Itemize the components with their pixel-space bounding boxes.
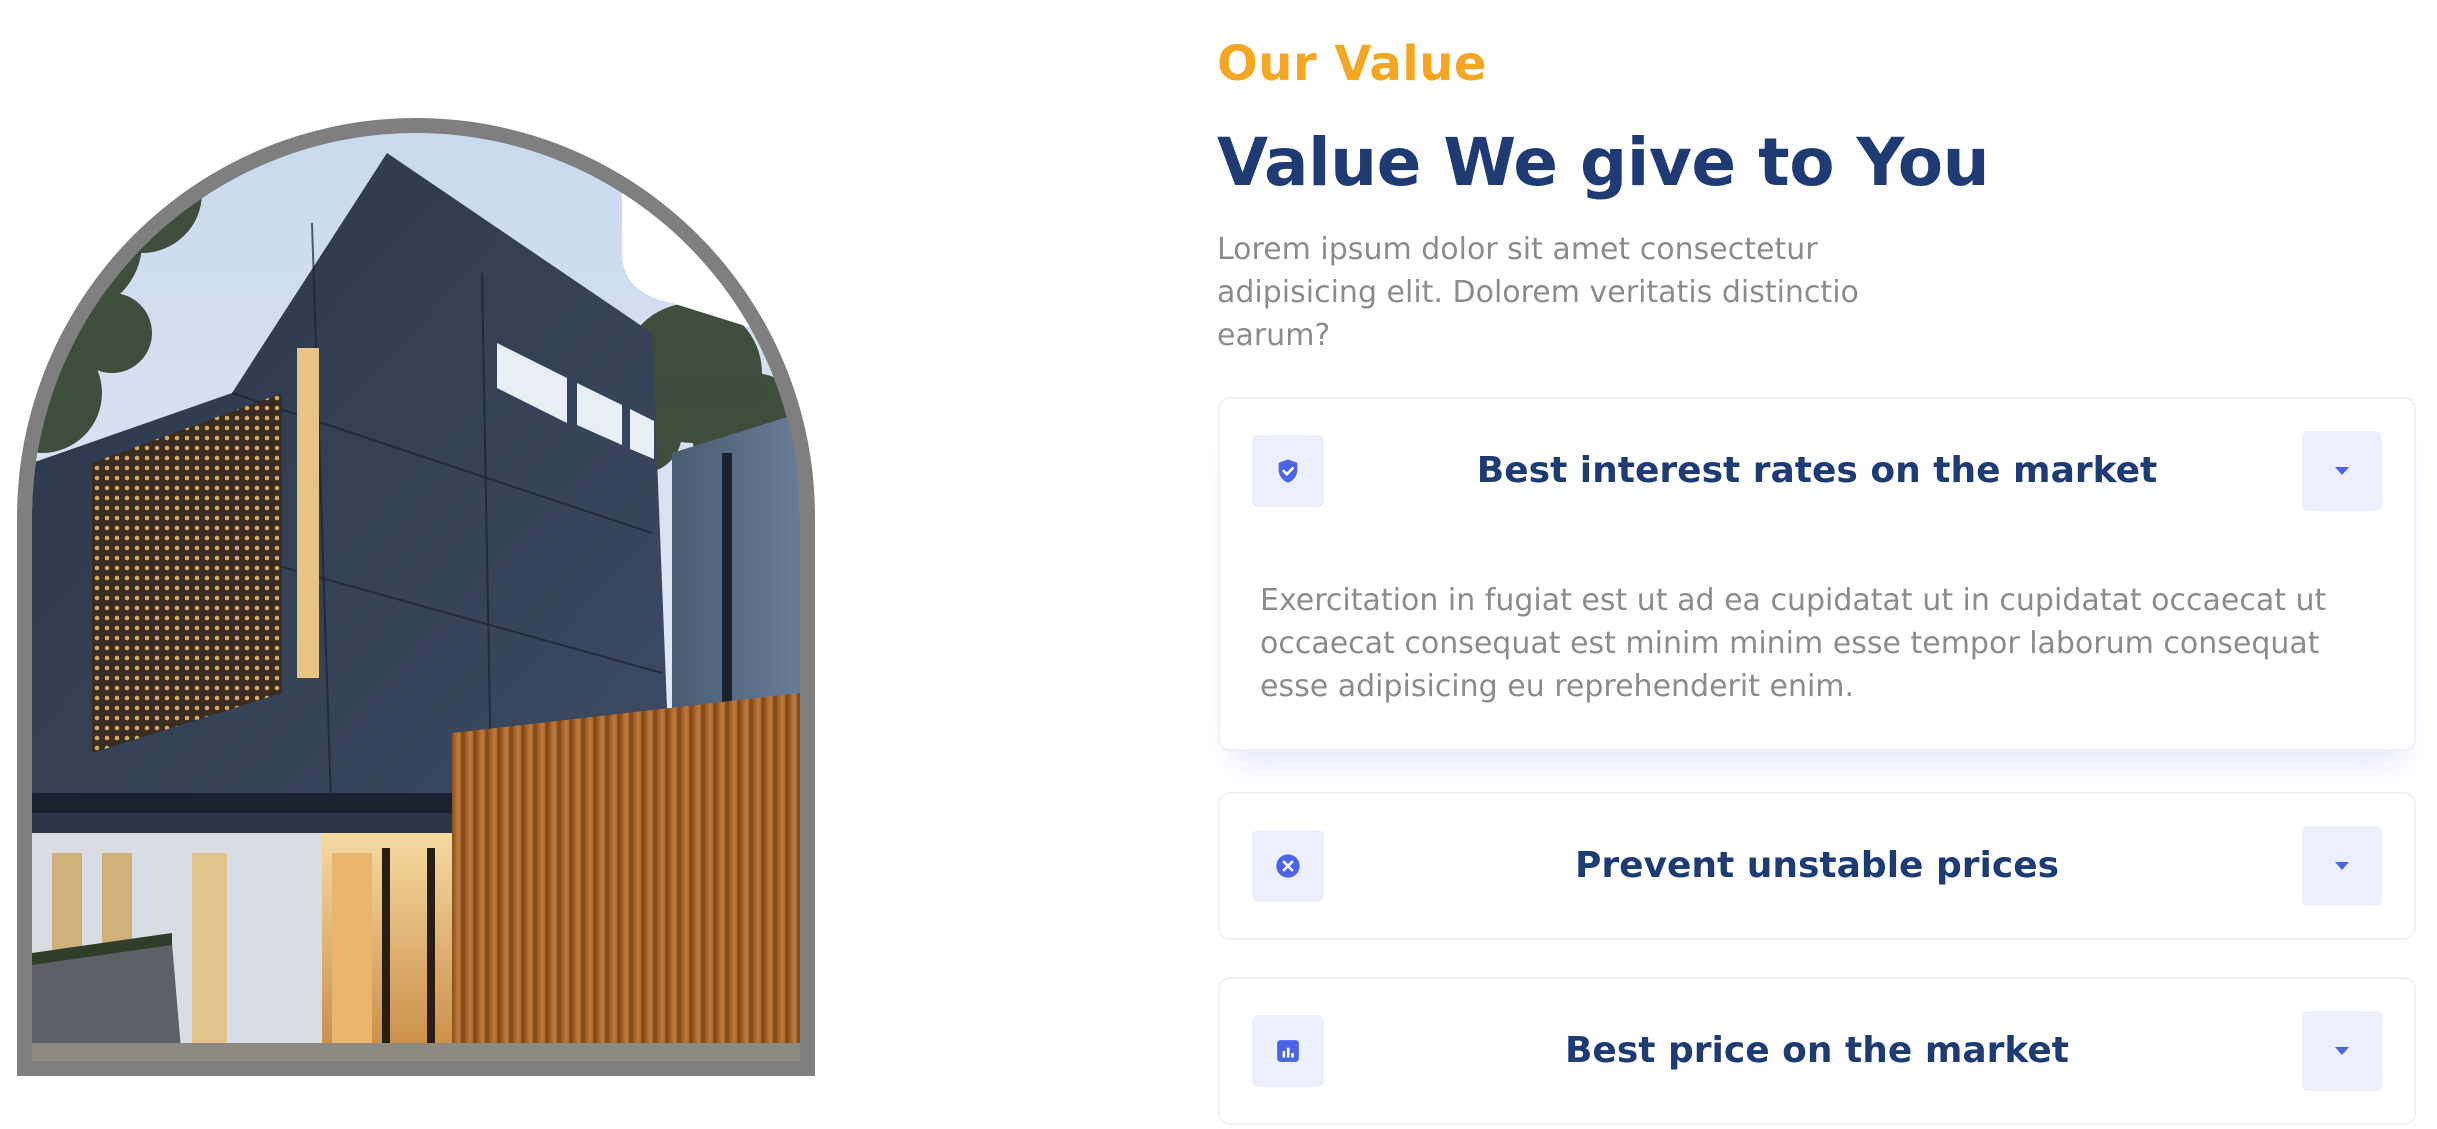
caret-down-icon <box>2335 862 2349 870</box>
accordion-header[interactable]: Prevent unstable prices <box>1220 794 2414 938</box>
accordion-item-prevent-unstable-prices: Prevent unstable prices <box>1218 792 2416 940</box>
accordion-item-best-price: Best price on the market <box>1218 977 2416 1125</box>
accordion-title: Best price on the market <box>1564 1030 2070 1071</box>
accordion-toggle-button[interactable] <box>2302 826 2382 906</box>
caret-down-icon <box>2335 1047 2349 1055</box>
accordion-header[interactable]: Best price on the market <box>1220 979 2414 1123</box>
accordion-body: Exercitation in fugiat est ut ad ea cupi… <box>1260 583 2327 704</box>
accordion-toggle-button[interactable] <box>2302 1011 2382 1091</box>
hero-image-frame <box>17 118 815 1076</box>
chart-box-icon <box>1252 1015 1324 1087</box>
section-title: Value We give to You <box>1217 124 1990 201</box>
accordion-toggle-button[interactable] <box>2302 431 2382 511</box>
shield-check-icon <box>1252 435 1324 507</box>
close-circle-icon <box>1252 830 1324 902</box>
our-value-section: Our Value Value We give to You Lorem ips… <box>0 0 2437 1129</box>
accordion-header[interactable]: Best interest rates on the market <box>1220 399 2414 543</box>
house-photo <box>32 133 800 1061</box>
section-eyebrow: Our Value <box>1217 36 1487 92</box>
accordion-title: Best interest rates on the market <box>1476 450 2158 491</box>
accordion-title: Prevent unstable prices <box>1574 845 2060 886</box>
accordion-item-best-interest-rates: Best interest rates on the market Exerci… <box>1218 397 2416 751</box>
section-lead: Lorem ipsum dolor sit amet consectetur a… <box>1217 232 1859 353</box>
caret-down-icon <box>2335 467 2349 475</box>
